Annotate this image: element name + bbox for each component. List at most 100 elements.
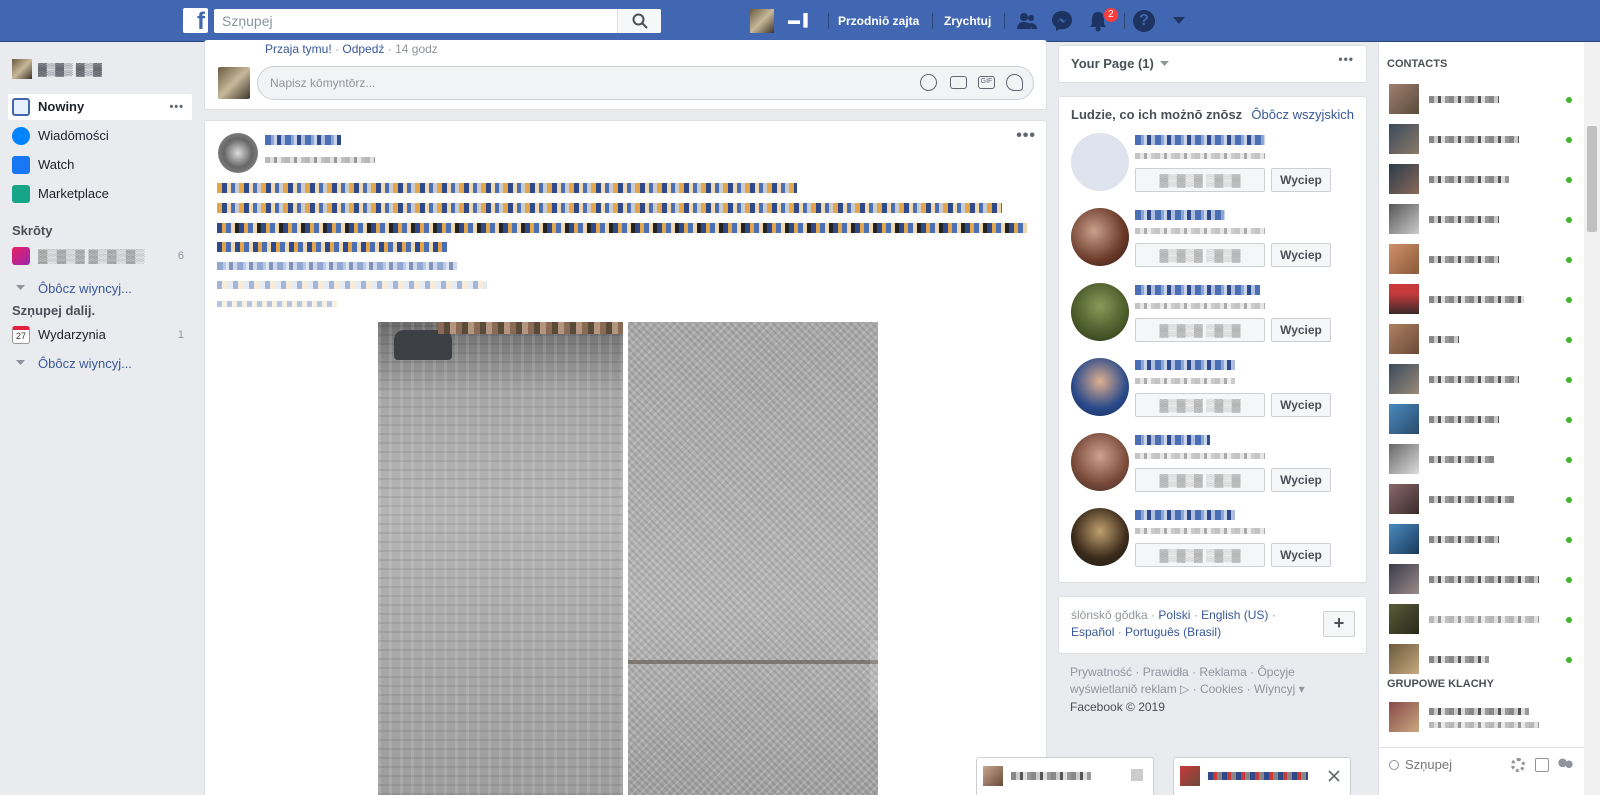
add-friend-button[interactable]: ▓▒▓▒▓ ▒▓▒▓: [1135, 318, 1265, 342]
pymk-name[interactable]: [1135, 135, 1265, 145]
add-language-button[interactable]: +: [1323, 611, 1355, 637]
language-option[interactable]: English (US): [1201, 608, 1268, 622]
search-input[interactable]: [214, 9, 614, 33]
pymk-name[interactable]: [1135, 510, 1235, 520]
avatar[interactable]: [1071, 208, 1129, 266]
new-message-icon[interactable]: [1535, 758, 1549, 772]
facebook-logo[interactable]: f: [183, 8, 208, 35]
sidebar-item-messages[interactable]: Wiadōmości: [8, 123, 192, 149]
sidebar-item-shortcut[interactable]: ▓▒▓▒▓ ▓▒▓▒▓▒ 6: [8, 243, 192, 269]
contact-item[interactable]: [1389, 564, 1574, 596]
language-option[interactable]: Español: [1071, 625, 1114, 639]
post-photo-left[interactable]: [378, 322, 623, 795]
footer-link[interactable]: Reklama: [1199, 665, 1246, 679]
chat-tab[interactable]: [976, 757, 1154, 795]
emoji-icon[interactable]: [920, 74, 937, 91]
contact-item[interactable]: [1389, 204, 1574, 236]
pymk-name[interactable]: [1135, 435, 1210, 445]
avatar[interactable]: [1071, 283, 1129, 341]
add-friend-button[interactable]: ▓▒▓▒▓ ▒▓▒▓: [1135, 468, 1265, 492]
sidebar-item-watch[interactable]: Watch: [8, 152, 192, 178]
footer-link[interactable]: Wiyncyj: [1254, 682, 1295, 696]
scrollbar-thumb[interactable]: [1587, 126, 1597, 232]
group-item[interactable]: [1389, 702, 1574, 734]
pymk-row: ▓▒▓▒▓ ▒▓▒▓ Wyciep: [1059, 283, 1368, 355]
pymk-name[interactable]: [1135, 360, 1235, 370]
online-dot: [1566, 137, 1572, 143]
sticker-icon[interactable]: [1006, 74, 1023, 91]
close-icon[interactable]: [1131, 769, 1143, 781]
avatar[interactable]: [1071, 508, 1129, 566]
profile-link[interactable]: ▬ ▌: [740, 0, 830, 42]
your-page-more-icon[interactable]: •••: [1338, 52, 1354, 66]
add-friend-button[interactable]: ▓▒▓▒▓ ▒▓▒▓: [1135, 168, 1265, 192]
avatar[interactable]: [1071, 433, 1129, 491]
chat-tab[interactable]: [1173, 757, 1351, 795]
contact-item[interactable]: [1389, 164, 1574, 196]
help-icon[interactable]: ?: [1133, 10, 1155, 32]
remove-button[interactable]: Wyciep: [1271, 168, 1331, 192]
post-more-icon[interactable]: •••: [1016, 127, 1036, 145]
contact-item[interactable]: [1389, 404, 1574, 436]
page-scrollbar[interactable]: [1584, 42, 1600, 795]
remove-button[interactable]: Wyciep: [1271, 543, 1331, 567]
pymk-name[interactable]: [1135, 210, 1225, 220]
messenger-icon[interactable]: [1051, 10, 1073, 32]
avatar[interactable]: [1071, 358, 1129, 416]
contact-item[interactable]: [1389, 444, 1574, 476]
chat-search-input[interactable]: [1405, 754, 1505, 774]
sidebar-item-events[interactable]: 27 Wydarzynia 1: [8, 322, 192, 348]
friend-requests-icon[interactable]: [1016, 10, 1038, 32]
create-link[interactable]: Zrychtuj: [944, 0, 991, 42]
footer-link[interactable]: Prawidła: [1143, 665, 1189, 679]
add-friend-button[interactable]: ▓▒▓▒▓ ▒▓▒▓: [1135, 243, 1265, 267]
contact-item[interactable]: [1389, 244, 1574, 276]
gif-icon[interactable]: GIF: [978, 76, 995, 89]
home-link[interactable]: Przodniō zajta: [838, 0, 919, 42]
language-option[interactable]: Polski: [1158, 608, 1190, 622]
search-button[interactable]: [617, 9, 661, 33]
footer-link[interactable]: Cookies: [1200, 682, 1243, 696]
sidebar-item-marketplace[interactable]: Marketplace: [8, 181, 192, 207]
avatar[interactable]: [1071, 133, 1129, 191]
contact-item[interactable]: [1389, 84, 1574, 116]
footer-link[interactable]: Prywatność: [1070, 665, 1132, 679]
contact-item[interactable]: [1389, 524, 1574, 556]
create-group-icon[interactable]: [1557, 758, 1573, 772]
add-friend-button[interactable]: ▓▒▓▒▓ ▒▓▒▓: [1135, 543, 1265, 567]
chevron-down-icon[interactable]: [1172, 16, 1186, 26]
sidebar-item-news-feed[interactable]: Nowiny •••: [8, 94, 192, 120]
your-page-link[interactable]: Your Page (1): [1071, 56, 1154, 71]
contact-item[interactable]: [1389, 484, 1574, 516]
remove-button[interactable]: Wyciep: [1271, 393, 1331, 417]
camera-icon[interactable]: [950, 76, 967, 89]
more-icon[interactable]: •••: [169, 94, 184, 120]
remove-button[interactable]: Wyciep: [1271, 318, 1331, 342]
language-option[interactable]: Português (Brasil): [1125, 625, 1221, 639]
contact-item[interactable]: [1389, 644, 1574, 676]
pymk-row: ▓▒▓▒▓ ▒▓▒▓ Wyciep: [1059, 508, 1368, 580]
close-icon[interactable]: [1328, 770, 1340, 782]
add-friend-button[interactable]: ▓▒▓▒▓ ▒▓▒▓: [1135, 393, 1265, 417]
pymk-name[interactable]: [1135, 285, 1260, 295]
pymk-see-all-link[interactable]: Ôbôcz wszyjskich: [1251, 107, 1354, 122]
contact-item[interactable]: [1389, 604, 1574, 636]
pymk-info: [1135, 303, 1265, 309]
post-photo-right[interactable]: [628, 322, 878, 795]
sidebar-item-label: Nowiny: [38, 99, 85, 114]
avatar[interactable]: [218, 133, 258, 173]
group-icon: [12, 247, 30, 265]
contact-item[interactable]: [1389, 364, 1574, 396]
remove-button[interactable]: Wyciep: [1271, 468, 1331, 492]
contact-item[interactable]: [1389, 284, 1574, 316]
post-author[interactable]: [265, 135, 341, 145]
like-link[interactable]: Przaja tymu!: [265, 42, 332, 56]
contact-item[interactable]: [1389, 324, 1574, 356]
gear-icon[interactable]: [1511, 758, 1525, 772]
photo-overlay[interactable]: 13: [870, 640, 1023, 710]
contact-item[interactable]: [1389, 124, 1574, 156]
reply-link[interactable]: Odpedź: [342, 42, 384, 56]
profile-name[interactable]: ▓▒▓▒ ▓▒▓: [38, 62, 102, 76]
comment-field[interactable]: Napisz kōmyntōrz... GIF: [257, 66, 1034, 100]
remove-button[interactable]: Wyciep: [1271, 243, 1331, 267]
